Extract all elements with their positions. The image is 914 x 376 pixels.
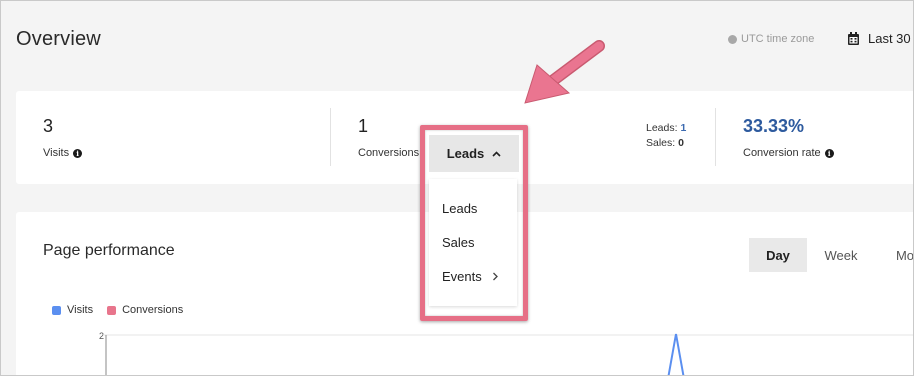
- divider: [715, 108, 716, 166]
- conversions-stat: Conversions: [358, 147, 419, 159]
- legend-item-visits[interactable]: Visits: [52, 304, 93, 316]
- visits-swatch: [52, 305, 61, 315]
- period-day-button[interactable]: Day: [749, 238, 807, 272]
- date-range-picker[interactable]: Last 30: [847, 31, 911, 46]
- annotation-highlight-box: [420, 125, 528, 321]
- conversions-value: 1: [358, 116, 369, 136]
- legend-label: Conversions: [122, 304, 184, 316]
- period-week-button[interactable]: Week: [807, 238, 875, 272]
- legend-item-conversions[interactable]: Conversions: [107, 304, 183, 316]
- info-icon[interactable]: i: [73, 148, 83, 158]
- conversion-rate-stat: Conversion rate i: [743, 147, 834, 159]
- calendar-icon: [848, 31, 859, 45]
- divider: [330, 108, 331, 166]
- conversions-swatch: [107, 305, 117, 315]
- timezone-indicator: UTC time zone: [728, 33, 814, 45]
- app-window: Overview UTC time zone Last 30 3 Visits …: [0, 0, 914, 376]
- chart-legend: Visits Conversions: [52, 304, 183, 316]
- section-title: Page performance: [43, 242, 175, 259]
- period-month-button[interactable]: Mo: [875, 238, 913, 272]
- annotation-arrow-icon: [524, 40, 605, 104]
- visits-series-line: [667, 333, 685, 375]
- leads-count: 1: [680, 122, 687, 134]
- clock-icon: [728, 34, 737, 44]
- visits-label: Visits: [43, 147, 70, 159]
- conversion-rate-value: 33.33%: [743, 116, 805, 136]
- period-selector: Day Week Mo: [749, 238, 913, 272]
- y-tick-label: 2: [99, 331, 104, 341]
- conversion-breakdown: Leads: 1 Sales: 0: [646, 121, 686, 151]
- conversion-rate-label: Conversion rate: [743, 147, 821, 159]
- info-icon[interactable]: i: [824, 148, 834, 158]
- sales-label: Sales:: [646, 137, 676, 149]
- sales-count: 0: [678, 137, 684, 149]
- visits-value: 3: [43, 116, 54, 136]
- timezone-label: UTC time zone: [741, 33, 815, 45]
- date-range-label: Last 30: [868, 31, 911, 46]
- leads-label: Leads:: [646, 122, 678, 134]
- legend-label: Visits: [67, 304, 94, 316]
- conversions-label: Conversions: [358, 147, 420, 159]
- page-title: Overview: [16, 28, 101, 50]
- visits-stat: Visits i: [43, 147, 83, 159]
- performance-chart: 2: [99, 331, 913, 375]
